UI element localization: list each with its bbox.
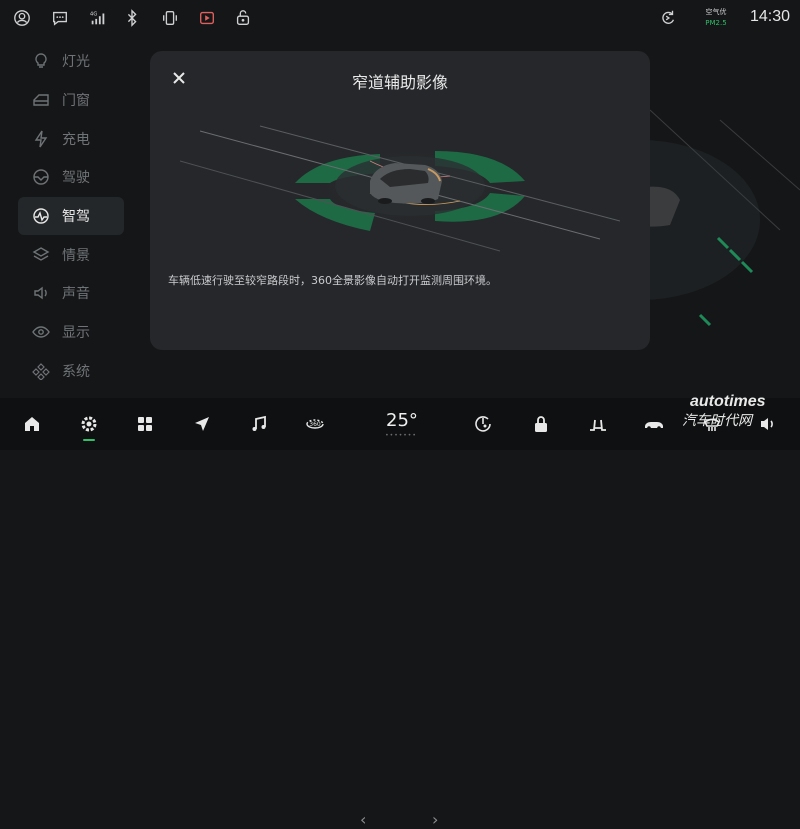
clock: 14:30 [749,8,790,25]
music-icon[interactable] [248,413,270,435]
settings-icon[interactable] [78,413,100,435]
air-quality-value: PM2.5 [705,19,727,27]
account-icon[interactable] [12,8,32,28]
apps-icon[interactable] [134,413,156,435]
sidebar-item-label: 声音 [62,286,90,303]
steering-icon [32,168,50,186]
bluetooth-icon[interactable] [122,8,142,28]
360-view-icon[interactable]: 360 [304,413,326,435]
watermark-logo: autotimes 汽车时代网 [682,393,782,433]
signal-4g-label: 4G [90,11,98,17]
sidebar-item-smart-drive[interactable]: 智驾 [18,196,124,236]
car-icon[interactable] [643,413,665,435]
dialog-description: 车辆低速行驶至较窄路段时，360全景影像自动打开监测周围环境。 [168,274,497,287]
seat-icon[interactable] [587,413,609,435]
sidebar-item-lights[interactable]: 灯光 [18,42,124,81]
sidebar-item-sound[interactable]: 声音 [18,274,124,313]
message-icon[interactable] [50,8,70,28]
settings-sidebar: 灯光 门窗 充电 驾驶 智驾 情景 声音 显示 系统 [18,42,124,390]
narrow-road-assist-dialog: 窄道辅助影像 车辆低速行驶至较窄路段时，360全景影像自动打开监测周围环境。 [150,51,650,350]
smart-drive-icon [32,207,50,225]
door-icon [32,91,50,109]
temperature-display: 25° [386,410,418,431]
bolt-icon [32,130,50,148]
signal-4g-icon: 4G [88,8,108,28]
fan-icon[interactable] [472,413,494,435]
sidebar-item-doors[interactable]: 门窗 [18,81,124,120]
sidebar-item-label: 情景 [62,247,90,264]
sidebar-item-system[interactable]: 系统 [18,352,124,391]
sidebar-item-driving[interactable]: 驾驶 [18,158,124,197]
dialog-title: 窄道辅助影像 [351,73,448,92]
home-icon[interactable] [21,413,43,435]
temp-up-arrow[interactable]: › [432,810,438,829]
lock-icon[interactable] [530,413,552,435]
sidebar-item-charging[interactable]: 充电 [18,119,124,158]
sidebar-item-label: 智驾 [62,209,90,226]
eye-icon [32,323,50,341]
sidebar-item-label: 系统 [62,363,90,380]
sidebar-item-label: 门窗 [62,93,90,110]
dashcam-record-icon[interactable] [197,8,217,28]
diamond-grid-icon [32,362,50,380]
speaker-icon [32,284,50,302]
sidebar-item-scenes[interactable]: 情景 [18,235,124,274]
sidebar-item-display[interactable]: 显示 [18,313,124,352]
car-icon [370,163,442,204]
active-dock-indicator [83,439,95,441]
air-quality-label: 空气优 [705,8,727,16]
watermark-line2: 汽车时代网 [682,413,752,429]
sidebar-item-label: 灯光 [62,54,90,71]
car-lock-icon[interactable] [233,8,253,28]
phone-vibrate-icon[interactable] [160,8,180,28]
watermark-line1: autotimes [690,393,766,410]
narrow-road-illustration [180,125,620,252]
sidebar-item-label: 充电 [62,131,90,148]
bulb-icon [32,52,50,70]
sidebar-item-label: 驾驶 [62,170,90,187]
status-bar: 4G 空气优 PM2.5 14:30 [0,0,800,36]
sidebar-item-label: 显示 [62,325,90,342]
temp-down-arrow[interactable]: ‹ [360,810,366,829]
layers-icon [32,246,50,264]
sync-icon[interactable] [658,8,678,28]
temperature-level-dots: ••••••• [385,432,417,439]
navigation-icon[interactable] [191,413,213,435]
air-quality-indicator: 空气优 PM2.5 [702,8,730,28]
